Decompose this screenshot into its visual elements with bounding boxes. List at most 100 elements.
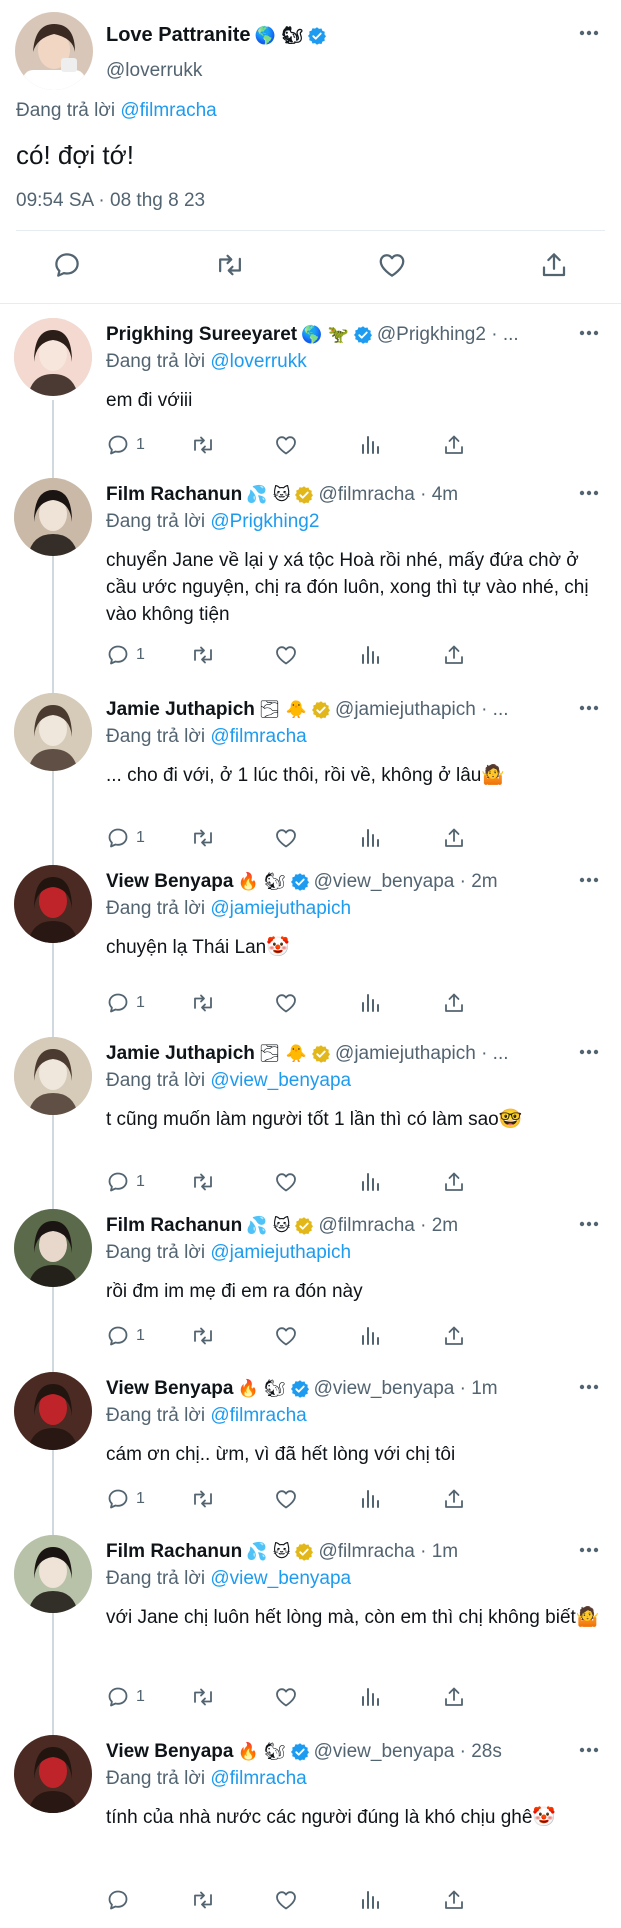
views-icon[interactable] xyxy=(358,643,382,667)
reply-button[interactable]: 1 xyxy=(106,1170,145,1194)
replying-to-link[interactable]: @loverrukk xyxy=(210,351,306,372)
reply-avatar[interactable] xyxy=(14,1372,92,1450)
share-button[interactable] xyxy=(442,991,466,1015)
views-button[interactable] xyxy=(358,433,382,457)
reply-icon[interactable] xyxy=(106,1685,130,1709)
more-icon[interactable] xyxy=(579,1221,599,1227)
more-icon[interactable] xyxy=(579,705,599,711)
reply-button[interactable]: 1 xyxy=(106,826,145,850)
reply-display-name[interactable]: Film Rachanun xyxy=(106,1541,242,1563)
reply-icon[interactable] xyxy=(106,991,130,1015)
retweet-icon[interactable] xyxy=(190,1170,216,1194)
retweet-icon[interactable] xyxy=(190,826,216,850)
like-icon[interactable] xyxy=(274,826,298,850)
reply-tweet[interactable]: Jamie Juthapich 🌫 🐥 @jamiejuthapich · ..… xyxy=(0,1037,621,1210)
reply-handle-time[interactable]: @jamiejuthapich · ... xyxy=(335,1043,508,1065)
retweet-icon[interactable] xyxy=(190,433,216,457)
reply-display-name[interactable]: Jamie Juthapich xyxy=(106,699,255,721)
reply-button[interactable]: 1 xyxy=(106,991,145,1015)
views-button[interactable] xyxy=(358,1685,382,1709)
reply-icon[interactable] xyxy=(106,1170,130,1194)
reply-handle-time[interactable]: @view_benyapa · 1m xyxy=(314,1378,498,1400)
reply-button[interactable]: 1 xyxy=(106,643,145,667)
like-button[interactable] xyxy=(274,643,298,667)
reply-display-name[interactable]: Prigkhing Sureeyaret xyxy=(106,324,297,346)
share-button[interactable] xyxy=(442,1888,466,1912)
retweet-icon[interactable] xyxy=(190,643,216,667)
views-button[interactable] xyxy=(358,1888,382,1912)
share-icon[interactable] xyxy=(442,1487,466,1511)
main-display-name[interactable]: Love Pattranite 🌎 🐿 xyxy=(106,24,327,47)
views-icon[interactable] xyxy=(358,1170,382,1194)
more-icon[interactable] xyxy=(579,30,599,36)
like-button[interactable] xyxy=(274,433,298,457)
retweet-button[interactable] xyxy=(190,1170,216,1194)
replying-to-link[interactable]: @view_benyapa xyxy=(210,1070,351,1091)
share-button[interactable] xyxy=(442,1487,466,1511)
share-icon[interactable] xyxy=(442,1888,466,1912)
main-timestamp[interactable]: 09:54 SA · 08 thg 8 23 xyxy=(16,190,205,212)
like-icon[interactable] xyxy=(274,1324,298,1348)
retweet-icon[interactable] xyxy=(214,250,246,280)
reply-tweet[interactable]: Film Rachanun 💦 🐱 @filmracha · 4m Đang t… xyxy=(0,478,621,683)
reply-display-name[interactable]: Film Rachanun xyxy=(106,1215,242,1237)
reply-display-name[interactable]: Film Rachanun xyxy=(106,484,242,506)
reply-tweet[interactable]: Prigkhing Sureeyaret 🌎 🦖 @Prigkhing2 · .… xyxy=(0,318,621,473)
reply-handle-time[interactable]: @view_benyapa · 28s xyxy=(314,1741,502,1763)
like-icon[interactable] xyxy=(274,1888,298,1912)
replying-to-link[interactable]: @filmracha xyxy=(210,1405,306,1426)
retweet-icon[interactable] xyxy=(190,1685,216,1709)
more-icon[interactable] xyxy=(579,877,599,883)
like-button[interactable] xyxy=(274,1685,298,1709)
reply-avatar[interactable] xyxy=(14,1535,92,1613)
replying-to-link[interactable]: @filmracha xyxy=(120,100,216,121)
views-button[interactable] xyxy=(358,991,382,1015)
more-icon[interactable] xyxy=(579,1384,599,1390)
reply-handle-time[interactable]: @view_benyapa · 2m xyxy=(314,871,498,893)
reply-button[interactable]: 1 xyxy=(106,1685,145,1709)
reply-avatar[interactable] xyxy=(14,865,92,943)
main-avatar[interactable] xyxy=(15,12,93,90)
more-icon[interactable] xyxy=(579,1747,599,1753)
replying-to-link[interactable]: @view_benyapa xyxy=(210,1568,351,1589)
more-icon[interactable] xyxy=(579,1049,599,1055)
reply-avatar[interactable] xyxy=(14,1037,92,1115)
views-icon[interactable] xyxy=(358,433,382,457)
views-icon[interactable] xyxy=(358,1487,382,1511)
share-icon[interactable] xyxy=(442,826,466,850)
reply-tweet[interactable]: Film Rachanun 💦 🐱 @filmracha · 1m Đang t… xyxy=(0,1535,621,1725)
reply-icon[interactable] xyxy=(106,1324,130,1348)
reply-tweet[interactable]: View Benyapa 🔥 🐿 @view_benyapa · 28s Đan… xyxy=(0,1735,621,1928)
share-icon[interactable] xyxy=(539,250,569,280)
share-button[interactable] xyxy=(442,1685,466,1709)
reply-tweet[interactable]: View Benyapa 🔥 🐿 @view_benyapa · 2m Đang… xyxy=(0,865,621,1031)
reply-avatar[interactable] xyxy=(14,1735,92,1813)
share-button[interactable] xyxy=(442,1170,466,1194)
replying-to-link[interactable]: @jamiejuthapich xyxy=(210,1242,351,1263)
reply-tweet[interactable]: View Benyapa 🔥 🐿 @view_benyapa · 1m Đang… xyxy=(0,1372,621,1527)
share-button[interactable] xyxy=(442,1324,466,1348)
more-icon[interactable] xyxy=(579,1547,599,1553)
reply-display-name[interactable]: View Benyapa xyxy=(106,1741,233,1763)
like-button[interactable] xyxy=(274,826,298,850)
retweet-button[interactable] xyxy=(190,1324,216,1348)
share-icon[interactable] xyxy=(442,433,466,457)
reply-handle-time[interactable]: @filmracha · 4m xyxy=(318,484,458,506)
like-icon[interactable] xyxy=(274,991,298,1015)
reply-avatar[interactable] xyxy=(14,478,92,556)
views-icon[interactable] xyxy=(358,1324,382,1348)
like-icon[interactable] xyxy=(274,1487,298,1511)
like-icon[interactable] xyxy=(274,643,298,667)
more-icon[interactable] xyxy=(579,330,599,336)
more-icon[interactable] xyxy=(579,490,599,496)
share-icon[interactable] xyxy=(442,1685,466,1709)
reply-icon[interactable] xyxy=(106,1888,130,1912)
replying-to-link[interactable]: @Prigkhing2 xyxy=(210,511,319,532)
like-button[interactable] xyxy=(274,1324,298,1348)
reply-tweet[interactable]: Jamie Juthapich 🌫 🐥 @jamiejuthapich · ..… xyxy=(0,693,621,866)
retweet-button[interactable] xyxy=(190,1888,216,1912)
reply-display-name[interactable]: View Benyapa xyxy=(106,1378,233,1400)
reply-handle-time[interactable]: @jamiejuthapich · ... xyxy=(335,699,508,721)
share-button[interactable] xyxy=(442,433,466,457)
retweet-icon[interactable] xyxy=(190,1324,216,1348)
